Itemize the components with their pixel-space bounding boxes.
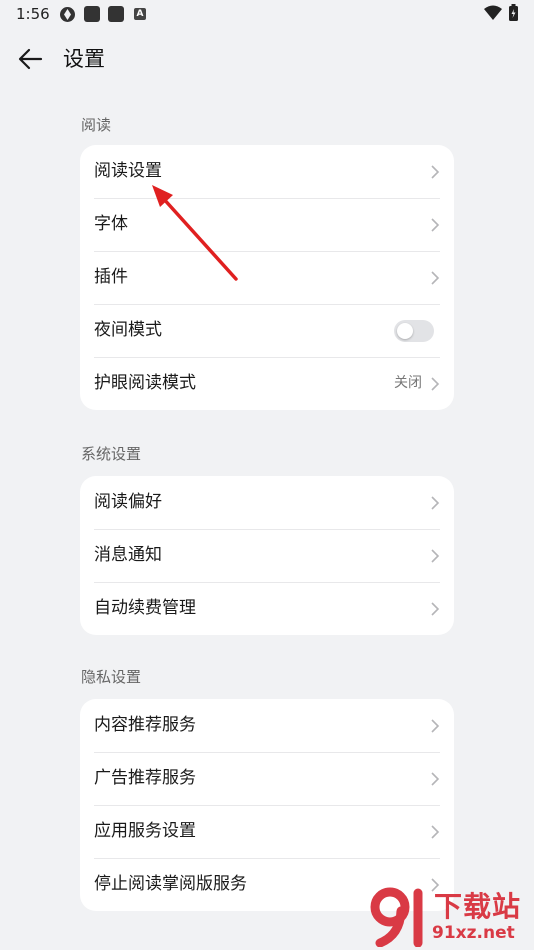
reading-settings-card: 阅读设置 字体 插件 夜间模式 护眼阅读模式 关闭: [80, 145, 454, 410]
settings-row-ad-recommendation[interactable]: 广告推荐服务: [80, 752, 454, 805]
shutter-icon: [60, 7, 75, 22]
chevron-right-icon: [431, 377, 440, 391]
back-arrow-icon[interactable]: [16, 44, 46, 74]
chevron-right-icon: [431, 719, 440, 733]
watermark-url: 91xz.net: [432, 923, 515, 943]
row-value: 关闭: [394, 375, 422, 391]
watermark: 下载站 91xz.net: [368, 885, 534, 950]
watermark-title: 下载站: [434, 890, 522, 923]
row-label: 广告推荐服务: [94, 768, 196, 788]
annotation-arrow-icon: [152, 185, 238, 281]
settings-row-font[interactable]: 字体: [80, 198, 454, 251]
settings-row-content-recommendation[interactable]: 内容推荐服务: [80, 699, 454, 752]
row-label: 应用服务设置: [94, 821, 196, 841]
chevron-right-icon: [431, 549, 440, 563]
notification-a-icon: A: [134, 8, 146, 20]
chevron-right-icon: [431, 271, 440, 285]
page-title: 设置: [63, 47, 105, 71]
row-label: 阅读偏好: [94, 492, 162, 512]
chevron-right-icon: [431, 602, 440, 616]
settings-row-eye-care-mode[interactable]: 护眼阅读模式 关闭: [80, 357, 454, 410]
row-label: 字体: [94, 214, 128, 234]
row-label: 护眼阅读模式: [94, 373, 196, 393]
row-label: 插件: [94, 267, 128, 287]
notification-app-icon: [84, 6, 100, 22]
row-label: 内容推荐服务: [94, 715, 196, 735]
section-label-privacy: 隐私设置: [81, 668, 142, 686]
wifi-icon: [484, 5, 502, 20]
watermark-logo-icon: [370, 887, 423, 947]
chevron-right-icon: [431, 496, 440, 510]
settings-row-app-services[interactable]: 应用服务设置: [80, 805, 454, 858]
settings-row-reading-preference[interactable]: 阅读偏好: [80, 476, 454, 529]
battery-charging-icon: [509, 4, 518, 21]
system-settings-card: 阅读偏好 消息通知 自动续费管理: [80, 476, 454, 635]
settings-row-notifications[interactable]: 消息通知: [80, 529, 454, 582]
section-label-system: 系统设置: [81, 445, 142, 463]
chevron-right-icon: [431, 165, 440, 179]
night-mode-toggle[interactable]: [394, 320, 434, 342]
privacy-settings-card: 内容推荐服务 广告推荐服务 应用服务设置 停止阅读掌阅版服务: [80, 699, 454, 911]
section-label-reading: 阅读: [81, 116, 112, 134]
chevron-right-icon: [431, 218, 440, 232]
row-label: 消息通知: [94, 545, 162, 565]
status-bar: 1:56 A: [0, 0, 534, 28]
row-label: 自动续费管理: [94, 598, 196, 618]
settings-row-plugins[interactable]: 插件: [80, 251, 454, 304]
chevron-right-icon: [431, 825, 440, 839]
toggle-knob: [397, 323, 413, 339]
chevron-right-icon: [431, 772, 440, 786]
status-time: 1:56: [16, 5, 50, 23]
settings-row-auto-renewal[interactable]: 自动续费管理: [80, 582, 454, 635]
settings-row-night-mode: 夜间模式: [80, 304, 454, 357]
row-label: 夜间模式: [94, 320, 162, 340]
row-label: 停止阅读掌阅版服务: [94, 874, 247, 894]
notification-app-icon: [108, 6, 124, 22]
settings-row-reading-settings[interactable]: 阅读设置: [80, 145, 454, 198]
